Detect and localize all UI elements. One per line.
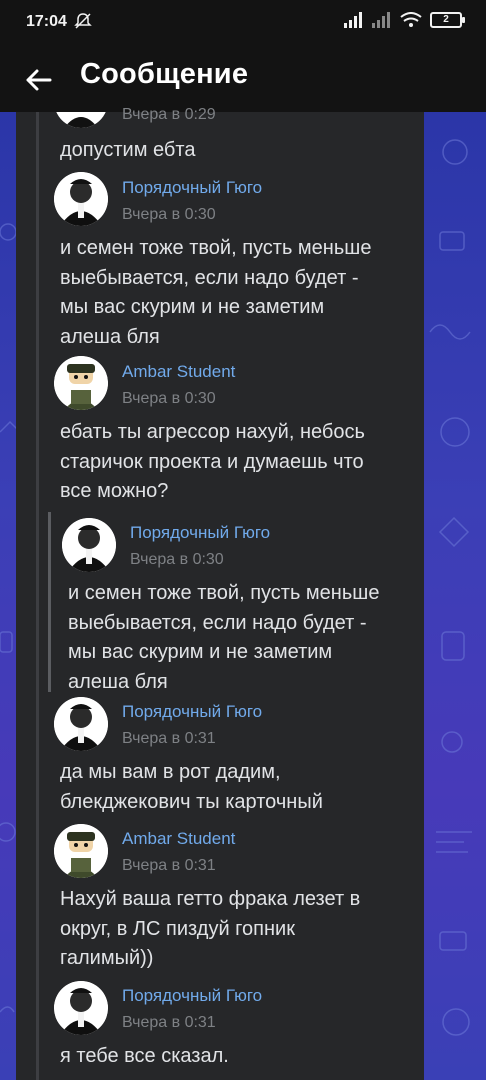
status-icons: 2 — [344, 12, 465, 28]
avatar-image — [54, 172, 108, 226]
avatar[interactable] — [54, 172, 108, 226]
message-time: Вчера в 0:31 — [122, 730, 216, 747]
wifi-icon — [400, 12, 422, 27]
message-time: Вчера в 0:29 — [122, 106, 216, 123]
signal-2-icon — [372, 12, 390, 28]
message-line: все можно? — [60, 480, 169, 502]
message-line: старичок проекта и думаешь что — [60, 450, 364, 473]
avatar[interactable] — [54, 824, 108, 878]
message-text: Нахуй ваша гетто фрака лезет в округ, в … — [60, 885, 410, 974]
page-title: Сообщение — [80, 58, 249, 90]
message-text: и семен тоже твой, пусть меньше выебывае… — [60, 234, 410, 352]
message-line: алеша бля — [68, 670, 168, 693]
message-line: Нахуй ваша гетто фрака лезет в — [60, 888, 361, 910]
message-text: я тебе все сказал. — [60, 1042, 410, 1072]
message-text: ебать ты агрессор нахуй, небось старичок… — [60, 418, 410, 507]
message-line: ебать ты агрессор нахуй, небось — [60, 421, 365, 443]
message-line: алеша бля — [60, 325, 160, 348]
avatar[interactable] — [54, 356, 108, 410]
message-line: округ, в ЛС пиздуй гопник — [60, 917, 295, 940]
status-time: 17:04 — [26, 13, 67, 30]
avatar-image — [54, 356, 108, 410]
bell-off-icon — [74, 13, 92, 29]
message-author[interactable]: Ambar Student — [122, 362, 235, 382]
avatar-image — [54, 824, 108, 878]
message-time: Вчера в 0:30 — [130, 551, 224, 568]
message-line: мы вас скурим и не заметим — [60, 296, 325, 318]
message-line: я тебе все сказал. — [60, 1045, 229, 1067]
avatar[interactable] — [54, 697, 108, 751]
thread-line — [36, 112, 39, 1080]
battery-icon: 2 — [430, 12, 465, 28]
message-author[interactable]: Порядочный Гюго — [122, 702, 262, 722]
message-line: и семен тоже твой, пусть меньше — [68, 582, 380, 604]
avatar-image — [54, 981, 108, 1035]
message-line: выебывается, если надо будет - — [60, 266, 359, 289]
message-line: выебывается, если надо будет - — [68, 611, 367, 634]
message-author[interactable]: Порядочный Гюго — [122, 986, 262, 1006]
message-line: галимый)) — [60, 947, 154, 969]
message-line: и семен тоже твой, пусть меньше — [60, 237, 372, 259]
status-bar: 17:04 2 — [0, 0, 486, 46]
message-time: Вчера в 0:31 — [122, 857, 216, 874]
quote-bar — [48, 512, 51, 692]
message-author[interactable]: Порядочный Гюго — [130, 523, 270, 543]
message-text: допустим ебта — [60, 139, 196, 161]
message-text: и семен тоже твой, пусть меньше выебывае… — [68, 579, 418, 697]
avatar[interactable] — [62, 518, 116, 572]
avatar-image — [62, 518, 116, 572]
message-author[interactable]: Порядочный Гюго — [122, 178, 262, 198]
avatar[interactable] — [54, 981, 108, 1035]
arrow-left-icon[interactable] — [20, 62, 56, 98]
avatar-image — [54, 697, 108, 751]
app-bar: Сообщение — [0, 46, 486, 112]
message-time: Вчера в 0:30 — [122, 390, 216, 407]
message-line: мы вас скурим и не заметим — [68, 641, 333, 663]
message-time: Вчера в 0:30 — [122, 206, 216, 223]
message-time: Вчера в 0:31 — [122, 1014, 216, 1031]
message-line: да мы вам в рот дадим, — [60, 761, 281, 783]
message-text: да мы вам в рот дадим, блекджекович ты к… — [60, 758, 410, 817]
message-author[interactable]: Ambar Student — [122, 829, 235, 849]
signal-icon — [344, 12, 362, 28]
message-line: блекджекович ты карточный — [60, 790, 323, 813]
